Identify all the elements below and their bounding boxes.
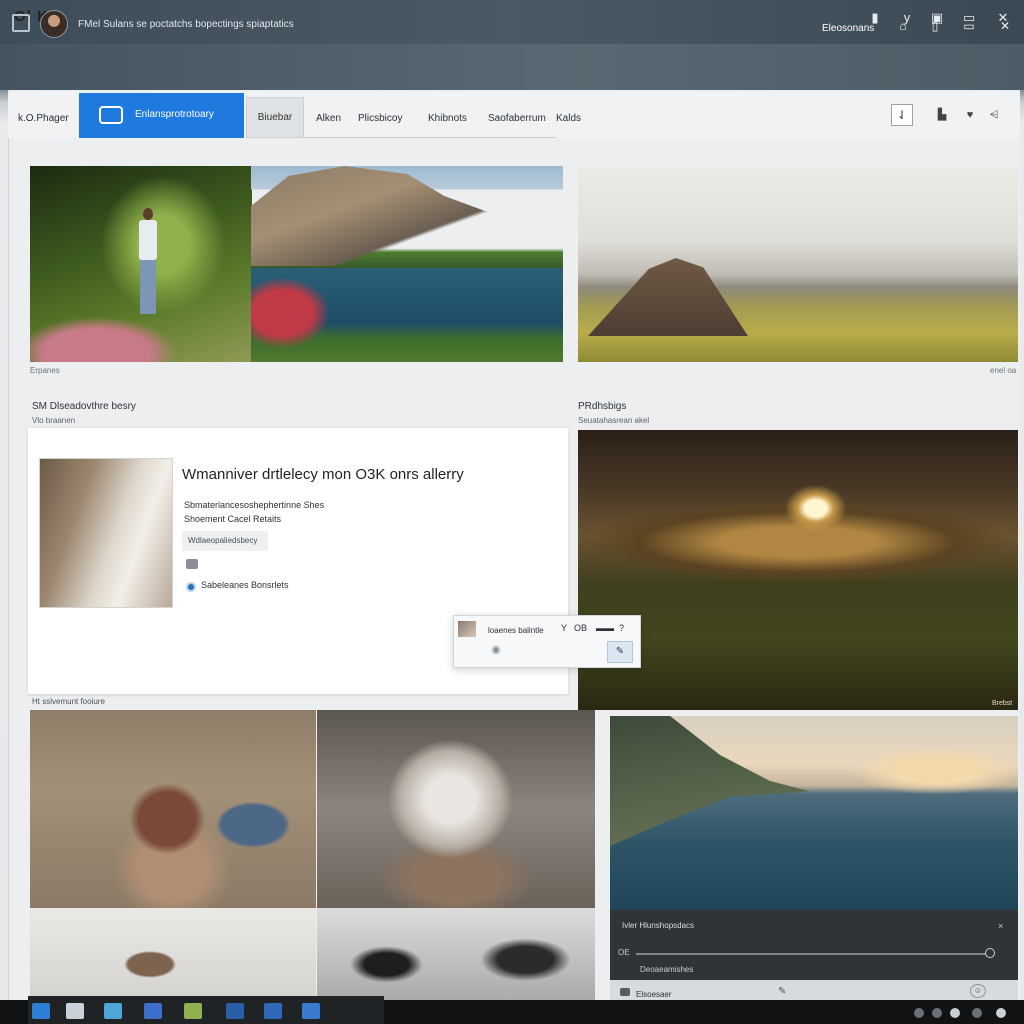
card-title: Wmanniver drtlelecy mon O3K onrs allerry [182,466,464,483]
pin-icon[interactable]: ⇃ [891,104,913,126]
section-title: SM Dlseadovthre besry [32,401,136,412]
filter-icon[interactable]: ⩤ [986,108,1002,122]
tab-active[interactable]: Enlansprotrotoary [79,93,244,138]
media-progress-track[interactable] [636,953,994,955]
photo-mushroom[interactable] [30,908,316,1002]
app-icon[interactable] [184,1003,202,1019]
tab-window-icon [99,106,123,124]
section-subtitle: Seuatahasrean akel [578,416,650,425]
card-meta: Shoement Cacel Retaits [184,514,282,524]
tray-icon[interactable] [914,1008,924,1018]
tray-icon[interactable] [972,1008,982,1018]
tray-icon[interactable] [950,1008,960,1018]
header-path: FMel Sulans se poctatchs bopectings spia… [78,19,294,30]
header-bar [0,44,1024,90]
app-icon[interactable] [104,1003,122,1019]
tab-item[interactable]: Kalds [556,113,581,124]
photo-cave[interactable] [578,430,1018,710]
popup-toggle[interactable] [491,645,501,655]
bell-icon[interactable]: ⌂ [896,19,910,33]
card-link[interactable]: Sabeleanes Bonsrlets [201,580,289,590]
close-icon[interactable]: ✕ [998,19,1012,33]
app-icon[interactable] [66,1003,84,1019]
popup-option[interactable]: OB [574,623,587,633]
start-icon[interactable] [32,1003,50,1019]
tray-icon[interactable] [932,1008,942,1018]
photo-smoke-portrait[interactable] [317,710,595,908]
app-icon[interactable] [264,1003,282,1019]
sidebar-toggle-icon[interactable] [12,14,30,32]
camera-icon[interactable] [620,988,630,996]
tag-chip[interactable]: Wdlaeopaliedsbecy [182,531,268,551]
photo-caption: Brebst [992,700,1013,707]
photo-woman[interactable] [30,710,316,908]
popup-dropdown-icon[interactable]: Y [561,623,567,633]
app-icon[interactable] [144,1003,162,1019]
tab-browse[interactable]: Biuebar [246,97,304,138]
card-meta: Sbmaterlancesoshephertinne Shes [184,500,325,510]
edit-button[interactable]: ✎ [607,641,633,663]
popup-option[interactable]: ▬▬ [596,623,614,633]
section-subtitle: Vlo braanen [32,416,76,425]
photo-caption: Erpanes [30,366,60,375]
popup-thumbnail [458,621,476,637]
emoji-icon[interactable]: ☺ [970,984,986,998]
close-icon[interactable]: × [998,921,1003,931]
edit-icon[interactable]: ✎ [778,986,786,997]
tab-item[interactable]: Khibnots [428,113,467,124]
tab-item[interactable]: Alken [316,113,341,124]
tab-divider [304,137,556,138]
breadcrumb[interactable]: k.O.Phager [18,113,69,124]
window-icon[interactable]: ▭ [962,19,976,33]
media-title: Ivler Hlunshopsdacs [622,921,695,930]
avatar[interactable] [40,10,68,38]
person-figure [135,208,161,316]
status-text: Elsoesaer [636,990,672,999]
radio-button[interactable] [186,582,196,592]
header-action-button[interactable]: Eleosonans [822,23,874,34]
tray-icon[interactable] [996,1008,1006,1018]
section-title: Ht sslvemunt fooiure [32,697,105,706]
tab-item[interactable]: Plicsbicoy [358,113,402,124]
photo-monochrome[interactable] [317,908,595,1002]
heart-icon[interactable]: ♥ [962,108,978,122]
media-subtitle: Deoaeamishes [640,965,694,974]
app-icon[interactable] [226,1003,244,1019]
section-title: PRdhsbigs [578,401,627,412]
card-thumbnail[interactable] [39,458,173,608]
user-icon[interactable]: ▙ [934,108,950,122]
help-icon[interactable]: ? [619,623,624,633]
folder-icon[interactable] [186,559,198,569]
photo-caption: enel oa [990,366,1017,375]
media-time: OE [618,948,630,957]
popup-label: loaenes balintle [488,626,544,635]
app-icon[interactable] [302,1003,320,1019]
trash-icon[interactable]: ▯ [928,19,942,33]
tab-item[interactable]: Saofaberrum [488,113,546,124]
tab-active-label: Enlansprotrotoary [135,109,214,120]
